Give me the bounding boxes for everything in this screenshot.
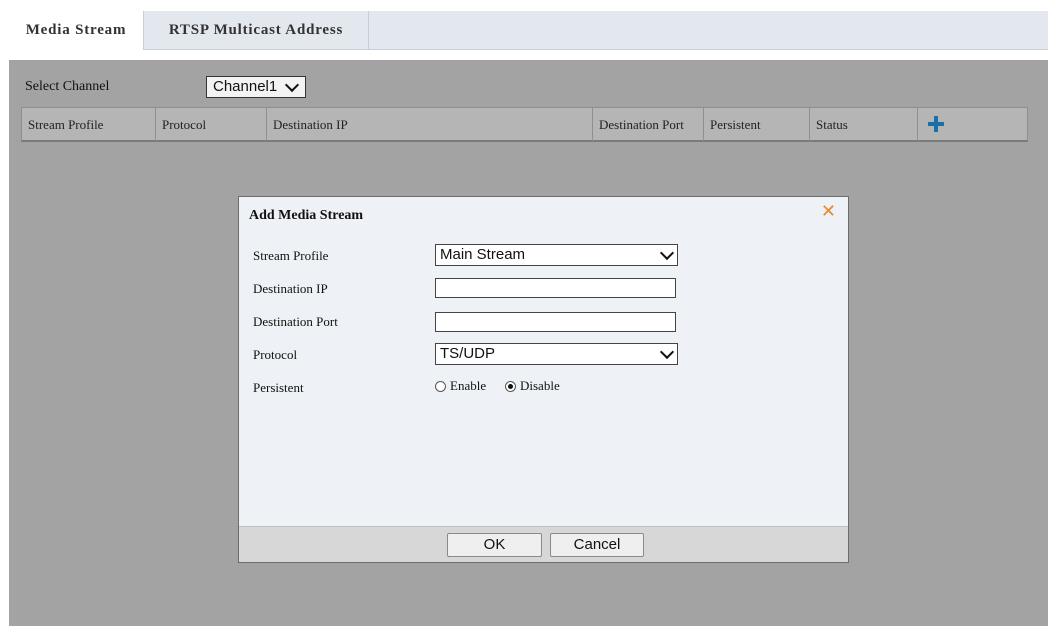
- channel-select[interactable]: Channel1: [206, 76, 306, 98]
- close-icon[interactable]: ✕: [821, 201, 836, 222]
- stream-profile-value: Main Stream: [440, 246, 526, 263]
- destination-port-input[interactable]: [435, 312, 676, 332]
- persistent-disable-radio[interactable]: [505, 381, 516, 392]
- stream-profile-label: Stream Profile: [253, 248, 329, 263]
- column-header-status: Status: [810, 108, 918, 141]
- add-media-stream-dialog: Add Media Stream ✕ Stream Profile Main S…: [238, 196, 849, 563]
- column-header-stream-profile: Stream Profile: [22, 108, 156, 141]
- persistent-label: Persistent: [253, 380, 304, 395]
- dialog-footer: OK Cancel: [239, 526, 848, 562]
- page-margin: [0, 0, 9, 626]
- stream-profile-select[interactable]: Main Stream: [435, 244, 678, 266]
- protocol-select[interactable]: TS/UDP: [435, 343, 678, 365]
- tab-rtsp-multicast-address[interactable]: RTSP Multicast Address: [144, 11, 369, 49]
- destination-ip-input[interactable]: [435, 278, 676, 298]
- column-header-destination-ip: Destination IP: [267, 108, 593, 141]
- cancel-button[interactable]: Cancel: [550, 533, 644, 557]
- persistent-disable-label: Disable: [520, 378, 560, 393]
- dialog-title: Add Media Stream: [249, 208, 364, 223]
- column-header-persistent: Persistent: [704, 108, 810, 141]
- chevron-down-icon: [659, 344, 675, 360]
- ok-button[interactable]: OK: [447, 533, 542, 557]
- stream-table-header: Stream Profile Protocol Destination IP D…: [21, 107, 1028, 142]
- plus-icon[interactable]: [926, 114, 946, 134]
- select-channel-label: Select Channel: [25, 79, 110, 94]
- tab-media-stream[interactable]: Media Stream: [9, 11, 144, 50]
- column-header-protocol: Protocol: [156, 108, 267, 141]
- protocol-label: Protocol: [253, 347, 298, 362]
- protocol-value: TS/UDP: [440, 345, 496, 362]
- persistent-enable-label: Enable: [450, 378, 487, 393]
- channel-select-value: Channel1: [213, 78, 278, 95]
- tab-bar: Media Stream RTSP Multicast Address: [9, 11, 1048, 50]
- chevron-down-icon: [659, 245, 675, 261]
- column-header-destination-port: Destination Port: [593, 108, 704, 141]
- destination-ip-label: Destination IP: [253, 281, 328, 296]
- chevron-down-icon: [284, 77, 300, 93]
- destination-port-label: Destination Port: [253, 314, 338, 329]
- persistent-enable-radio[interactable]: [435, 381, 446, 392]
